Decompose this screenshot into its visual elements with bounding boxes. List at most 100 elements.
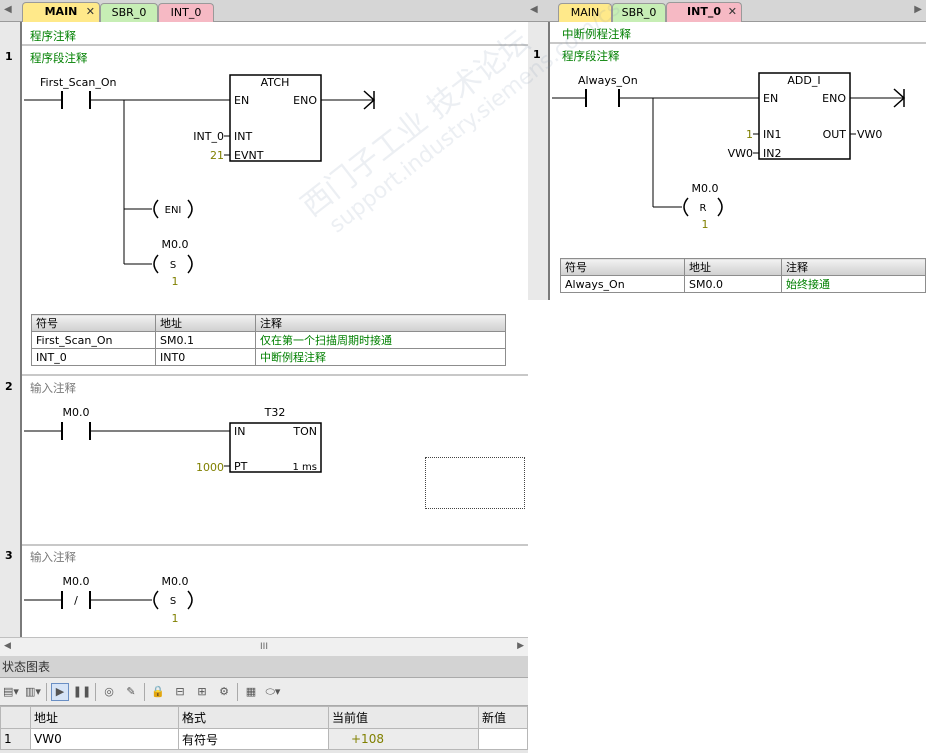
unforce-icon[interactable]: ⊟ — [171, 683, 189, 701]
out-value[interactable]: VW0 — [857, 128, 882, 141]
in2-value[interactable]: VW0 — [728, 147, 753, 160]
pause-icon[interactable]: ❚❚ — [73, 683, 91, 701]
read-forced-icon[interactable]: ⚙ — [215, 683, 233, 701]
box-eno-pin: ENO — [293, 94, 317, 107]
status-row-number: 1 — [0, 728, 31, 750]
network-2-comment[interactable]: 输入注释 — [30, 380, 76, 396]
status-chart-toolbar: ▤▾ ▥▾ ▶ ❚❚ ◎ ✎ 🔒 ⊟ ⊞ ⚙ ▦ ⬭▾ — [0, 678, 528, 706]
tab-scroll-left-icon[interactable]: ◀ — [530, 4, 538, 15]
toolbar-separator — [237, 682, 238, 701]
options-icon[interactable]: ⬭▾ — [264, 683, 282, 701]
contact-m0-0[interactable]: M0.0 — [61, 406, 91, 440]
chart-status-icon[interactable]: ▶ — [51, 682, 69, 701]
program-comment[interactable]: 中断例程注释 — [562, 26, 631, 42]
int-symbol-table: 符号 地址 注释 Always_On SM0.0 始终接通 — [560, 258, 926, 293]
network-separator — [550, 42, 926, 44]
box-int-pin: INT — [234, 130, 252, 143]
unforce-all-icon[interactable]: ⊞ — [193, 683, 211, 701]
symtab-row: Always_On SM0.0 始终接通 — [560, 275, 926, 293]
close-tab-icon[interactable]: ✕ — [86, 3, 95, 20]
toolbar-separator — [46, 682, 47, 701]
tab-scroll-left-icon[interactable]: ◀ — [4, 4, 12, 15]
scroll-right-icon[interactable]: ▶ — [517, 641, 524, 651]
set-coil-m0-0[interactable]: M0.0 S 1 — [153, 575, 193, 625]
network-separator — [22, 44, 528, 46]
toolbar-separator — [95, 682, 96, 701]
coil-count: 1 — [172, 612, 179, 625]
status-address-cell[interactable]: VW0 — [30, 728, 179, 750]
symtab-symbol: INT_0 — [31, 348, 156, 366]
tab-main[interactable]: MAIN — [558, 3, 612, 22]
reset-coil-m0-0[interactable]: M0.0 R 1 — [683, 182, 723, 231]
trend-view-icon[interactable]: ▦ — [242, 683, 260, 701]
box-evnt-pin: EVNT — [234, 149, 264, 162]
network-1-number: 1 — [5, 50, 13, 63]
network-3-ladder: M0.0 / M0.0 S 1 — [24, 575, 193, 625]
add-i-box[interactable]: ADD_I EN ENO IN1 IN2 OUT — [758, 72, 851, 160]
main-program-editor: ◀ MAIN ✕ SBR_0 INT_0 程序注释 1 程序段注释 First_… — [0, 0, 528, 656]
set-coil-m0-0[interactable]: M0.0 S 1 — [153, 238, 193, 288]
close-tab-icon[interactable]: ✕ — [728, 3, 737, 20]
symtab-address: SM0.0 — [684, 275, 782, 293]
program-comment[interactable]: 程序注释 — [30, 28, 76, 44]
contact-label: First_Scan_On — [40, 76, 117, 89]
status-row[interactable]: 1 VW0 有符号 +108 — [0, 728, 528, 750]
coil-address: M0.0 — [162, 238, 189, 251]
coil-type: S — [170, 260, 176, 271]
tab-int0[interactable]: INT_0 ✕ — [666, 2, 742, 22]
box-in2-pin: IN2 — [763, 147, 781, 160]
param-int-value[interactable]: INT_0 — [193, 130, 224, 143]
box-eno-pin: ENO — [822, 92, 846, 105]
selection-rectangle — [425, 457, 525, 509]
timer-type: TON — [292, 425, 317, 438]
symtab-address: INT0 — [155, 348, 256, 366]
network-1-comment[interactable]: 程序段注释 — [562, 48, 620, 64]
tab-main-label: MAIN — [44, 5, 78, 18]
scrollbar-thumb[interactable]: III — [0, 641, 528, 653]
tab-sbr0[interactable]: SBR_0 — [100, 3, 158, 22]
symtab-header-comment: 注释 — [781, 258, 926, 276]
network-2-number: 2 — [5, 380, 13, 393]
status-new-value[interactable] — [478, 728, 528, 750]
symtab-header-symbol: 符号 — [560, 258, 685, 276]
table-insert-icon[interactable]: ▥▾ — [24, 683, 42, 701]
step7-microwin-workspace: ◀ MAIN ✕ SBR_0 INT_0 程序注释 1 程序段注释 First_… — [0, 0, 926, 753]
tab-main[interactable]: MAIN ✕ — [22, 2, 100, 22]
contact-always-on[interactable]: Always_On — [578, 74, 638, 107]
network-3-comment[interactable]: 输入注释 — [30, 549, 76, 565]
write-pencil-icon[interactable]: ✎ — [122, 683, 140, 701]
eni-coil[interactable]: ENI — [153, 199, 193, 219]
horizontal-scrollbar[interactable]: ◀ III ▶ — [0, 637, 528, 656]
coil-count: 1 — [172, 275, 179, 288]
network-1-comment[interactable]: 程序段注释 — [30, 50, 88, 66]
symtab-symbol: First_Scan_On — [31, 331, 156, 349]
in1-value[interactable]: 1 — [746, 128, 753, 141]
status-chart-window: 状态图表 ▤▾ ▥▾ ▶ ❚❚ ◎ ✎ 🔒 ⊟ ⊞ ⚙ ▦ ⬭▾ 地址 格式 当… — [0, 656, 528, 753]
tab-scroll-right-icon[interactable]: ▶ — [914, 4, 922, 15]
timer-preset-value[interactable]: 1000 — [196, 461, 224, 474]
contact-negation: / — [74, 594, 78, 607]
read-icon[interactable]: ◎ — [100, 683, 118, 701]
contact-not-m0-0[interactable]: M0.0 / — [61, 575, 91, 609]
atch-box[interactable]: ATCH EN ENO INT EVNT — [229, 74, 322, 162]
network-1-symbol-table: 符号 地址 注释 First_Scan_On SM0.1 仅在第一个扫描周期时接… — [31, 314, 506, 366]
tab-sbr0[interactable]: SBR_0 — [612, 3, 666, 22]
tab-int0-label: INT_0 — [170, 6, 202, 19]
status-chart-title: 状态图表 — [0, 656, 528, 678]
symtab-header-symbol: 符号 — [31, 314, 156, 332]
box-en-pin: EN — [763, 92, 778, 105]
force-lock-icon[interactable]: 🔒 — [149, 683, 167, 701]
coil-address: M0.0 — [692, 182, 719, 195]
timer-time-base: 1 ms — [293, 462, 318, 473]
status-format-cell[interactable]: 有符号 — [178, 728, 329, 750]
contact-address: M0.0 — [63, 575, 90, 588]
symtab-comment: 仅在第一个扫描周期时接通 — [255, 331, 506, 349]
right-tab-bar: ◀ MAIN SBR_0 INT_0 ✕ ▶ — [528, 0, 926, 22]
timer-t32-box[interactable]: T32 IN TON PT 1 ms — [229, 406, 322, 473]
contact-first-scan-on[interactable]: First_Scan_On — [40, 76, 117, 109]
param-evnt-value[interactable]: 21 — [210, 149, 224, 162]
table-add-icon[interactable]: ▤▾ — [2, 683, 20, 701]
status-header-format: 格式 — [178, 706, 329, 729]
interrupt-routine-editor: ◀ MAIN SBR_0 INT_0 ✕ ▶ 中断例程注释 1 程序段注释 Al… — [528, 0, 926, 300]
tab-int0[interactable]: INT_0 — [158, 3, 214, 22]
